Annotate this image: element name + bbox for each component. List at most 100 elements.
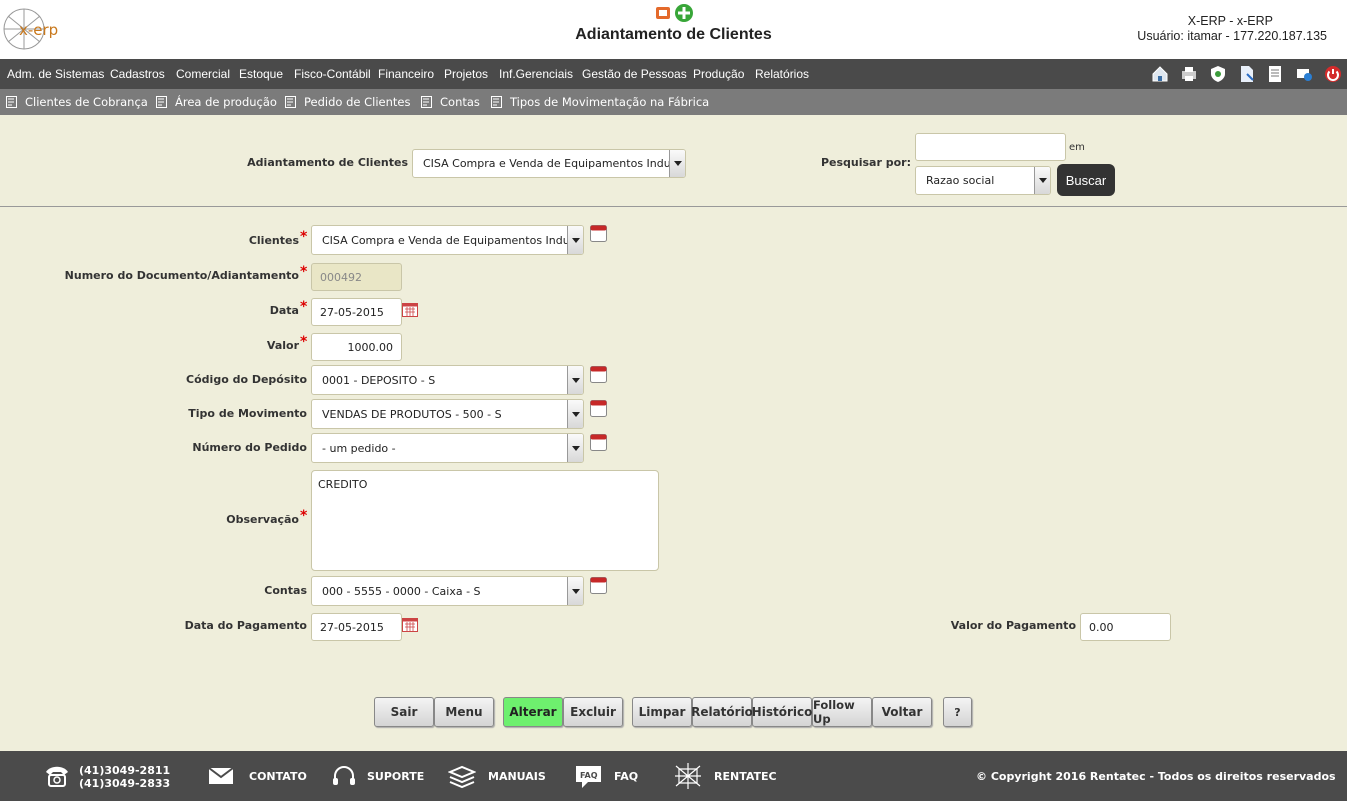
mail-icon[interactable] xyxy=(208,766,234,786)
menu-button[interactable]: Menu xyxy=(434,697,494,727)
required-marker: * xyxy=(300,508,308,524)
clientes-label: Clientes xyxy=(248,234,299,247)
phone-2: (41)3049-2833 xyxy=(79,777,171,790)
form-icon xyxy=(491,96,502,108)
search-button[interactable]: Buscar xyxy=(1057,164,1115,196)
clientes-select[interactable]: CISA Compra e Venda de Equipamentos Indu… xyxy=(311,225,584,255)
faq-icon[interactable]: FAQ xyxy=(574,763,604,791)
main-menu: Adm. de Sistemas Cadastros Comercial Est… xyxy=(0,59,1347,89)
home-icon[interactable] xyxy=(1151,65,1169,83)
required-marker: * xyxy=(300,229,308,245)
chevron-down-icon[interactable] xyxy=(1034,167,1050,194)
sair-button[interactable]: Sair xyxy=(374,697,434,727)
chevron-down-icon[interactable] xyxy=(567,226,583,254)
data-label: Data xyxy=(269,304,299,317)
calendar-icon[interactable] xyxy=(590,400,607,417)
rentatec-link[interactable]: RENTATEC xyxy=(714,770,777,783)
chevron-down-icon[interactable] xyxy=(567,577,583,605)
deposito-label: Código do Depósito xyxy=(186,373,307,386)
footer: (41)3049-2811 (41)3049-2833 CONTATO SUPO… xyxy=(0,751,1347,801)
rentatec-logo-icon[interactable] xyxy=(673,761,703,791)
chevron-down-icon[interactable] xyxy=(567,366,583,394)
menu-comercial[interactable]: Comercial xyxy=(176,67,230,81)
menu-estoque[interactable]: Estoque xyxy=(239,67,283,81)
shortcut-bar: Clientes de Cobrança Área de produção Pe… xyxy=(0,89,1347,115)
data-field[interactable]: 27-05-2015 xyxy=(311,298,402,326)
movimento-select[interactable]: VENDAS DE PRODUTOS - 500 - S xyxy=(311,399,584,429)
suporte-link[interactable]: SUPORTE xyxy=(367,770,424,783)
search-input[interactable] xyxy=(915,133,1066,161)
calendar-icon[interactable] xyxy=(590,434,607,451)
headset-icon[interactable] xyxy=(331,764,357,790)
valor-field[interactable]: 1000.00 xyxy=(311,333,402,361)
required-marker: * xyxy=(300,299,308,315)
entity-select[interactable]: CISA Compra e Venda de Equipamentos Indu… xyxy=(412,149,686,178)
contas-select[interactable]: 000 - 5555 - 0000 - Caixa - S xyxy=(311,576,584,606)
chevron-down-icon[interactable] xyxy=(567,400,583,428)
faq-link[interactable]: FAQ xyxy=(614,770,638,783)
print-icon[interactable] xyxy=(1180,65,1198,83)
phone-icon xyxy=(46,766,68,787)
form-icon xyxy=(156,96,167,108)
relatorio-button[interactable]: Relatório xyxy=(691,697,753,727)
followup-button[interactable]: Follow Up xyxy=(812,697,872,727)
menu-inf-gerenciais[interactable]: Inf.Gerenciais xyxy=(499,67,573,81)
calendar-icon[interactable] xyxy=(590,225,607,242)
contato-link[interactable]: CONTATO xyxy=(249,770,307,783)
notes-icon[interactable] xyxy=(1266,65,1284,83)
date-picker-icon[interactable] xyxy=(402,301,418,317)
historico-button[interactable]: Histórico xyxy=(752,697,812,727)
observacao-textarea[interactable]: CREDITO xyxy=(311,470,659,571)
data-pagamento-label: Data do Pagamento xyxy=(184,619,307,632)
chevron-down-icon[interactable] xyxy=(669,150,685,177)
shortcut-contas[interactable]: Contas xyxy=(421,95,480,109)
manuals-icon[interactable] xyxy=(448,764,476,790)
menu-producao[interactable]: Produção xyxy=(693,67,744,81)
chevron-down-icon[interactable] xyxy=(567,434,583,462)
svg-text:FAQ: FAQ xyxy=(580,771,598,780)
excluir-button[interactable]: Excluir xyxy=(563,697,623,727)
help-button[interactable]: ? xyxy=(943,697,972,727)
valor-pagamento-field[interactable]: 0.00 xyxy=(1080,613,1171,641)
help-icon[interactable] xyxy=(1295,65,1313,83)
entity-label: Adiantamento de Clientes xyxy=(247,156,408,169)
deposito-select[interactable]: 0001 - DEPOSITO - S xyxy=(311,365,584,395)
numero-field: 000492 xyxy=(311,263,402,291)
valor-label: Valor xyxy=(266,339,299,352)
menu-adm-sistemas[interactable]: Adm. de Sistemas xyxy=(7,67,104,81)
search-field-select[interactable]: Razao social xyxy=(915,166,1051,195)
menu-fisco-contabil[interactable]: Fisco-Contábil xyxy=(294,67,371,81)
system-name: X-ERP - x-ERP xyxy=(1187,14,1273,28)
power-icon[interactable] xyxy=(1324,65,1342,83)
shield-icon[interactable] xyxy=(1209,65,1227,83)
search-by-label: Pesquisar por: xyxy=(820,156,911,169)
date-picker-icon[interactable] xyxy=(402,616,418,632)
menu-gestao-pessoas[interactable]: Gestão de Pessoas xyxy=(582,67,687,81)
pedido-select[interactable]: - um pedido - xyxy=(311,433,584,463)
manuais-link[interactable]: MANUAIS xyxy=(488,770,546,783)
divider xyxy=(0,206,1347,207)
alterar-button[interactable]: Alterar xyxy=(503,697,563,727)
calendar-icon[interactable] xyxy=(590,366,607,383)
valor-pagamento-label: Valor do Pagamento xyxy=(950,619,1076,632)
menu-relatorios[interactable]: Relatórios xyxy=(755,67,809,81)
movimento-label: Tipo de Movimento xyxy=(188,407,307,420)
menu-financeiro[interactable]: Financeiro xyxy=(378,67,434,81)
data-pagamento-field[interactable]: 27-05-2015 xyxy=(311,613,402,641)
document-icon[interactable] xyxy=(1238,65,1256,83)
required-marker: * xyxy=(300,334,308,350)
phone-1: (41)3049-2811 xyxy=(79,764,171,777)
form-icon xyxy=(6,96,17,108)
pedido-label: Número do Pedido xyxy=(192,441,307,454)
shortcut-area-producao[interactable]: Área de produção xyxy=(156,95,277,109)
user-info: Usuário: itamar - 177.220.187.135 xyxy=(1137,29,1327,43)
menu-cadastros[interactable]: Cadastros xyxy=(110,67,165,81)
shortcut-clientes-cobranca[interactable]: Clientes de Cobrança xyxy=(6,95,148,109)
limpar-button[interactable]: Limpar xyxy=(632,697,692,727)
numero-label: Numero do Documento/Adiantamento xyxy=(64,269,299,282)
shortcut-tipos-movimentacao[interactable]: Tipos de Movimentação na Fábrica xyxy=(491,95,709,109)
voltar-button[interactable]: Voltar xyxy=(872,697,932,727)
calendar-icon[interactable] xyxy=(590,577,607,594)
shortcut-pedido-clientes[interactable]: Pedido de Clientes xyxy=(285,95,410,109)
menu-projetos[interactable]: Projetos xyxy=(444,67,488,81)
